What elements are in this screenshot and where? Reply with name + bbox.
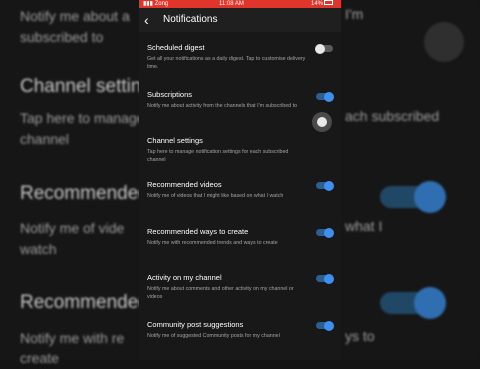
carrier-name: Zong [154,1,169,7]
bg-text: Notify me about a [20,8,130,24]
bg-text: Notify me of vide [20,220,125,236]
setting-channel-settings[interactable]: Channel settings Tap here to manage noti… [147,136,333,164]
community-post-toggle[interactable] [316,320,334,331]
app-header: ‹ Notifications [139,8,341,32]
setting-title: Subscriptions [147,90,193,99]
bg-toggle-ghost [424,22,464,62]
setting-description: Notify me about activity from the channe… [147,103,297,109]
settings-list: Scheduled digest Get all your notificati… [139,32,341,360]
setting-title: Recommended videos [147,180,222,189]
setting-recommended-ways-to-create[interactable]: Recommended ways to create Notify me wit… [147,227,333,247]
scheduled-digest-toggle[interactable] [315,43,333,54]
battery-indicator: 14% [311,0,334,8]
subscriptions-toggle[interactable] [316,91,334,102]
setting-description: Get all your notifications as a daily di… [147,56,306,70]
touch-indicator [312,112,332,132]
setting-title: Activity on my channel [147,273,222,282]
setting-recommended-videos[interactable]: Recommended videos Notify me of videos t… [147,180,333,200]
setting-description: Notify me of suggested Community posts f… [147,333,280,339]
recommended-videos-toggle[interactable] [316,180,334,191]
bg-text: watch [20,241,57,257]
setting-description: Notify me of videos that I might like ba… [147,193,284,199]
setting-title: Community post suggestions [147,320,244,329]
bg-heading: Channel settin [20,76,142,97]
bg-text: I'm [345,6,364,22]
activity-toggle[interactable] [316,273,334,284]
bg-toggle [380,181,446,213]
setting-title: Recommended ways to create [147,227,249,236]
battery-percent: 14% [311,1,324,7]
setting-community-post-suggestions[interactable]: Community post suggestions Notify me of … [147,320,333,340]
bg-heading: Recommended [20,292,149,313]
setting-activity-on-my-channel[interactable]: Activity on my channel Notify me about c… [147,273,333,301]
bg-toggle [380,287,446,319]
bg-text: what I [345,218,383,234]
bg-text: Notify me with re [20,330,125,346]
bg-text: channel [20,131,70,147]
carrier-label: ▮▮▮ Zong [143,1,169,7]
bg-text: Tap here to manage [20,110,145,126]
status-bar: ▮▮▮ Zong 11:08 AM 14% [139,0,341,8]
setting-description: Tap here to manage notification settings… [147,149,289,163]
recommended-ways-toggle[interactable] [316,227,334,238]
setting-subscriptions[interactable]: Subscriptions Notify me about activity f… [147,90,333,110]
bg-text: ys to [345,328,375,344]
clock: 11:08 AM [219,1,244,7]
chevron-left-icon[interactable]: ‹ [144,11,149,29]
setting-description: Notify me about comments and other activ… [147,286,294,300]
phone-screen: ▮▮▮ Zong 11:08 AM 14% ‹ Notifications Sc… [139,0,341,360]
bg-text: ach subscribed [345,108,440,124]
page-title: Notifications [163,14,218,25]
setting-description: Notify me with recommended trends and wa… [147,240,278,246]
setting-title: Channel settings [147,136,203,145]
setting-title: Scheduled digest [147,43,205,52]
bg-heading: Recommended [20,183,149,204]
setting-scheduled-digest[interactable]: Scheduled digest Get all your notificati… [147,43,333,71]
bg-text: create [20,350,59,366]
battery-icon [324,0,334,5]
bg-text: subscribed to [20,29,104,45]
